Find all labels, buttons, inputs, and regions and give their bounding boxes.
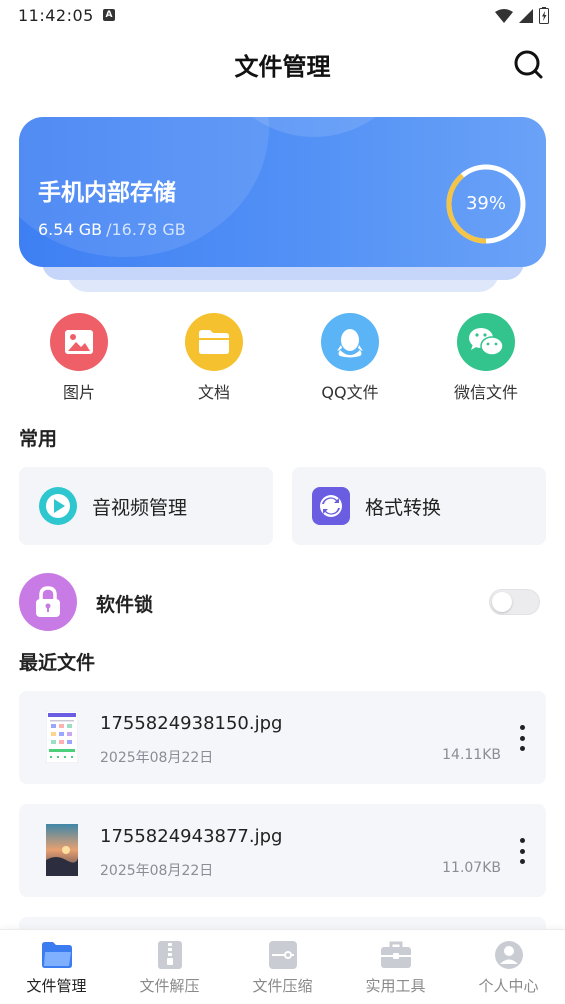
file-thumbnail bbox=[46, 824, 78, 876]
format-convert-button[interactable]: 格式转换 bbox=[292, 467, 546, 545]
file-date: 2025年08月22日 bbox=[100, 750, 214, 766]
bottom-navigation: 文件管理 文件解压 文件压缩 实用工具 个人中心 bbox=[0, 929, 565, 1004]
nav-tab-file-manager[interactable]: 文件管理 bbox=[0, 930, 113, 1004]
more-options-icon[interactable] bbox=[516, 838, 528, 864]
compress-icon bbox=[266, 938, 300, 972]
file-name: 1755824943877.jpg bbox=[100, 826, 283, 847]
file-thumbnail bbox=[46, 711, 78, 763]
format-convert-label: 格式转换 bbox=[365, 496, 442, 519]
file-manager-screen: 11:42:05 A 文件管理 手机内部存储 6.54 GB/16.78 GB … bbox=[0, 0, 565, 1004]
convert-icon bbox=[311, 486, 351, 526]
section-title-common: 常用 bbox=[19, 428, 58, 450]
av-manage-button[interactable]: 音视频管理 bbox=[19, 467, 273, 545]
category-label: QQ文件 bbox=[321, 383, 379, 402]
storage-used-value: 6.54 GB bbox=[38, 220, 103, 239]
status-indicators bbox=[495, 7, 549, 24]
category-label: 微信文件 bbox=[453, 383, 518, 402]
nav-label: 文件解压 bbox=[139, 977, 200, 995]
file-name: 1755824938150.jpg bbox=[100, 713, 283, 734]
page-title: 文件管理 bbox=[234, 53, 331, 81]
more-options-icon[interactable] bbox=[516, 725, 528, 751]
zip-icon bbox=[153, 938, 187, 972]
nav-tab-compress[interactable]: 文件压缩 bbox=[226, 930, 339, 1004]
wifi-icon bbox=[495, 8, 513, 23]
storage-title: 手机内部存储 bbox=[38, 180, 176, 206]
nav-label: 实用工具 bbox=[365, 977, 426, 995]
battery-icon bbox=[539, 7, 549, 24]
category-documents[interactable]: 文档 bbox=[164, 313, 264, 403]
image-icon bbox=[50, 313, 108, 371]
internal-storage-card[interactable]: 手机内部存储 6.54 GB/16.78 GB 39% bbox=[19, 117, 546, 267]
nav-label: 文件压缩 bbox=[252, 977, 313, 995]
storage-percent: 39% bbox=[465, 193, 506, 214]
qq-penguin-icon bbox=[321, 313, 379, 371]
status-notification-icon: A bbox=[103, 9, 115, 21]
toggle-knob bbox=[492, 592, 512, 612]
category-qq-files[interactable]: QQ文件 bbox=[300, 313, 400, 403]
nav-tab-unzip[interactable]: 文件解压 bbox=[113, 930, 226, 1004]
nav-label: 文件管理 bbox=[26, 977, 87, 995]
toolbox-icon bbox=[379, 938, 413, 972]
av-manage-label: 音视频管理 bbox=[92, 496, 188, 519]
category-images[interactable]: 图片 bbox=[29, 313, 129, 403]
lock-icon bbox=[19, 573, 77, 631]
status-time: 11:42:05 bbox=[18, 6, 94, 25]
nav-tab-tools[interactable]: 实用工具 bbox=[339, 930, 452, 1004]
status-bar: 11:42:05 A bbox=[0, 0, 565, 32]
file-size: 14.11KB bbox=[442, 747, 501, 763]
folder-icon bbox=[40, 938, 74, 972]
file-list-item[interactable]: 1755824938150.jpg 2025年08月22日 14.11KB bbox=[19, 691, 546, 784]
nav-tab-profile[interactable]: 个人中心 bbox=[452, 930, 565, 1004]
storage-total-value: /16.78 GB bbox=[106, 220, 186, 239]
search-button[interactable] bbox=[512, 48, 544, 80]
file-list-item[interactable]: 1755824943877.jpg 2025年08月22日 11.07KB bbox=[19, 804, 546, 897]
user-icon bbox=[492, 938, 526, 972]
file-size: 11.07KB bbox=[442, 860, 501, 876]
category-wechat-files[interactable]: 微信文件 bbox=[436, 313, 536, 403]
search-icon bbox=[514, 50, 543, 79]
folder-icon bbox=[185, 313, 243, 371]
category-label: 图片 bbox=[62, 383, 95, 402]
signal-icon bbox=[519, 8, 533, 23]
category-label: 文档 bbox=[197, 383, 230, 402]
app-lock-label: 软件锁 bbox=[96, 594, 154, 616]
file-date: 2025年08月22日 bbox=[100, 863, 214, 879]
play-icon bbox=[38, 486, 78, 526]
nav-label: 个人中心 bbox=[478, 977, 539, 995]
section-title-recent: 最近文件 bbox=[19, 652, 96, 674]
app-lock-toggle[interactable] bbox=[489, 589, 540, 615]
wechat-icon bbox=[457, 313, 515, 371]
storage-usage: 6.54 GB/16.78 GB bbox=[38, 220, 186, 239]
